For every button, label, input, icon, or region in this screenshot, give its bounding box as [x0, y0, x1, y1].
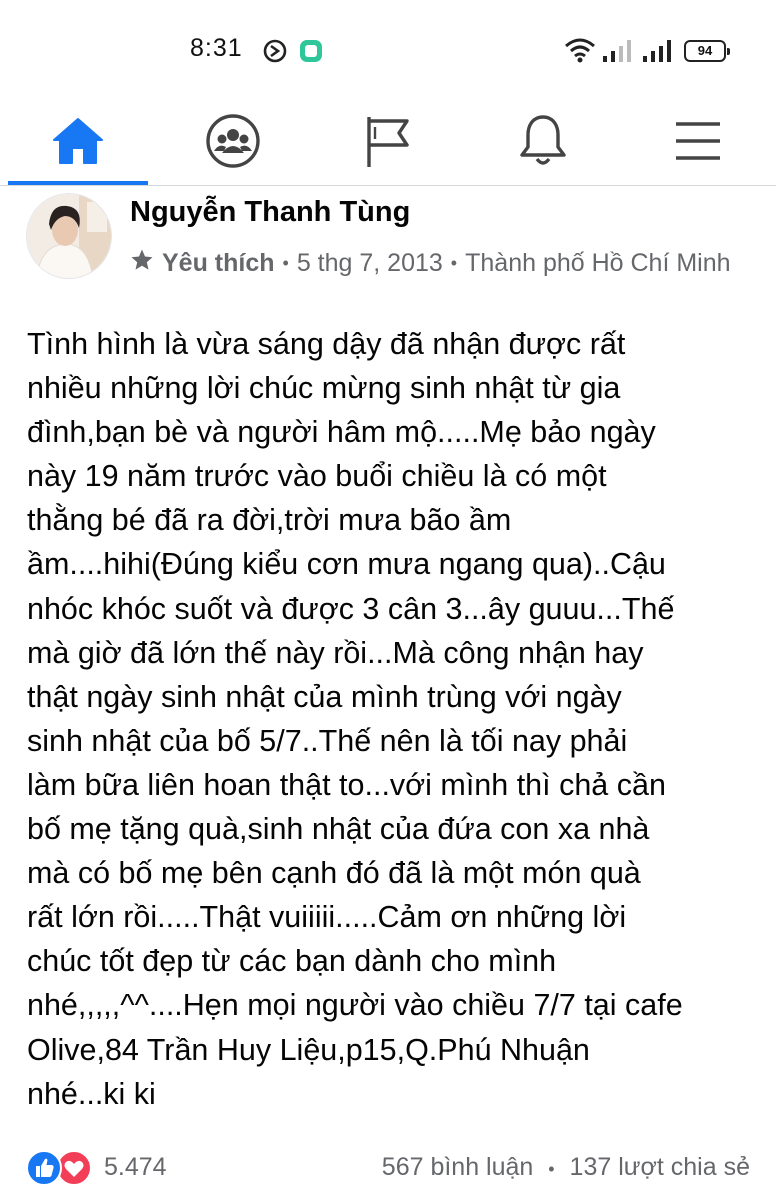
battery-icon: 94: [684, 40, 730, 62]
nav-notifications[interactable]: [473, 100, 613, 186]
post-text: Tình hình là vừa sáng dậy đã nhận được r…: [27, 322, 767, 1116]
post-text-line: nhé,,,,,^^....Hẹn mọi người vào chiều 7/…: [27, 988, 683, 1023]
post-text-line: Tình hình là vừa sáng dậy đã nhận được r…: [27, 327, 626, 361]
post-text-line: mà giờ đã lớn thế này rồi...Mà công nhận…: [27, 635, 644, 670]
post-text-line: mà có bố mẹ bên cạnh đó đã là một món qu…: [27, 856, 641, 891]
clock: 8:31: [190, 34, 243, 62]
nav-home[interactable]: [8, 100, 148, 186]
menu-icon: [673, 119, 723, 168]
nav-menu[interactable]: [628, 100, 768, 186]
separator-dot: •: [282, 253, 289, 273]
post-text-line: này 19 năm trước vào buổi chiều là có mộ…: [27, 459, 607, 494]
nav-pages[interactable]: [318, 100, 458, 186]
post-text-line: nhé...ki ki: [27, 1076, 156, 1111]
pages-flag-icon: [363, 113, 413, 174]
signal-icon-1: [602, 38, 632, 69]
post-text-line: bố mẹ tặng quà,sinh nhật của đứa con xa …: [27, 812, 650, 847]
post-date[interactable]: 5 thg 7, 2013: [297, 249, 443, 278]
post-text-line: đình,bạn bè và người hâm mộ.....Mẹ bảo n…: [27, 415, 656, 450]
notifications-bell-icon: [517, 113, 569, 174]
reaction-count[interactable]: 5.474: [104, 1153, 167, 1182]
separator-dot: •: [548, 1159, 555, 1179]
post-meta: Yêu thích • 5 thg 7, 2013 • Thành phố Hồ…: [130, 248, 731, 279]
author-name[interactable]: Nguyễn Thanh Tùng: [130, 196, 410, 229]
comments-count[interactable]: 567 bình luận: [382, 1153, 534, 1181]
nav-groups[interactable]: [163, 100, 303, 186]
star-icon: [130, 248, 154, 279]
wifi-icon: [564, 36, 596, 69]
home-icon: [50, 116, 106, 171]
post-location[interactable]: Thành phố Hồ Chí Minh: [465, 249, 730, 278]
post-text-line: chúc tốt đẹp từ các bạn dành cho mình: [27, 944, 557, 979]
groups-icon: [205, 113, 261, 174]
post-text-line: thằng bé đã ra đời,trời mưa bão ầm: [27, 503, 512, 538]
data-saver-icon: [262, 38, 288, 69]
post-text-line: làm bữa liên hoan thật to...với mình thì…: [27, 767, 666, 802]
like-reaction-icon: [26, 1150, 62, 1186]
author-avatar[interactable]: [26, 193, 112, 279]
post-text-line: Olive,84 Trần Huy Liệu,p15,Q.Phú Nhuận: [27, 1032, 590, 1067]
post-text-line: rất lớn rồi.....Thật vuiiiii.....Cảm ơn …: [27, 900, 627, 935]
post-text-line: thật ngày sinh nhật của mình trùng với n…: [27, 679, 622, 714]
app-notification-icon: [298, 38, 324, 69]
status-bar: 8:31 94: [0, 0, 776, 100]
favorite-label: Yêu thích: [162, 249, 275, 277]
top-navigation: [0, 100, 776, 186]
reaction-icons[interactable]: [26, 1148, 98, 1188]
post-stats-bar: 5.474 567 bình luận • 137 lượt chia sẻ: [0, 1146, 776, 1190]
post-text-line: nhiều những lời chúc mừng sinh nhật từ g…: [27, 371, 621, 406]
engagement-stats: 567 bình luận • 137 lượt chia sẻ: [382, 1153, 750, 1182]
signal-icon-2: [642, 38, 672, 69]
shares-count[interactable]: 137 lượt chia sẻ: [570, 1153, 750, 1181]
separator-dot: •: [450, 253, 458, 273]
nav-active-indicator: [8, 181, 148, 185]
post-text-line: ầm....hihi(Đúng kiểu cơn mưa ngang qua).…: [27, 547, 666, 582]
post-text-line: sinh nhật của bố 5/7..Thế nên là tối nay…: [27, 723, 628, 758]
post-text-line: nhóc khóc suốt và được 3 cân 3...ây guuu…: [27, 591, 675, 626]
